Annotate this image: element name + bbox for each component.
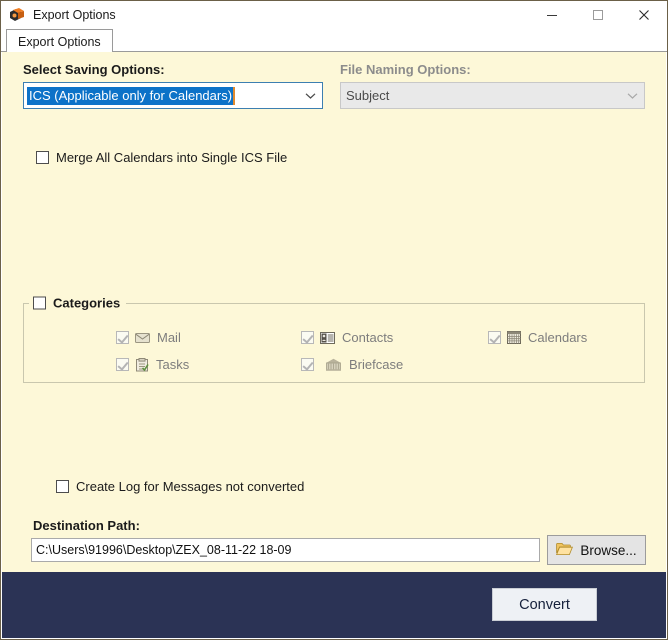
minimize-button[interactable] — [529, 1, 575, 28]
merge-calendars-checkbox[interactable] — [36, 151, 49, 164]
category-calendars-label: Calendars — [528, 330, 588, 345]
category-mail-checkbox — [116, 331, 129, 344]
app-icon — [8, 6, 26, 24]
maximize-icon — [593, 9, 603, 20]
category-contacts-row: Contacts — [301, 330, 393, 345]
category-briefcase-label: Briefcase — [349, 357, 404, 372]
category-tasks-label: Tasks — [156, 357, 190, 372]
category-briefcase-row: Briefcase — [301, 357, 403, 372]
destination-path-input[interactable]: C:\Users\91996\Desktop\ZEX_08-11-22 18-0… — [31, 538, 540, 562]
maximize-button[interactable] — [575, 1, 621, 28]
convert-button-label: Convert — [519, 596, 570, 613]
category-tasks-row: Tasks — [116, 357, 189, 372]
chevron-down-icon-disabled — [620, 92, 644, 100]
close-button[interactable] — [621, 1, 667, 28]
select-saving-options-label: Select Saving Options: — [23, 62, 165, 77]
file-naming-value: Subject — [346, 88, 390, 103]
calendar-icon — [507, 331, 521, 344]
client-area: Select Saving Options: ICS (Applicable o… — [2, 52, 666, 572]
destination-path-label: Destination Path: — [33, 518, 140, 533]
browse-button-label: Browse... — [580, 542, 637, 558]
category-mail-label: Mail — [157, 330, 181, 345]
category-contacts-label: Contacts — [342, 330, 394, 345]
category-calendars-checkbox — [488, 331, 501, 344]
clipboard-icon — [135, 357, 149, 372]
category-calendars-row: Calendars — [488, 330, 587, 345]
create-log-checkbox-row[interactable]: Create Log for Messages not converted — [56, 479, 304, 494]
briefcase-icon — [325, 358, 342, 371]
contact-card-icon — [320, 331, 335, 344]
export-options-window: Export Options Export Options Select Sav… — [0, 0, 668, 640]
merge-calendars-checkbox-row[interactable]: Merge All Calendars into Single ICS File — [36, 150, 287, 165]
saving-options-combo[interactable]: ICS (Applicable only for Calendars) — [23, 82, 323, 109]
chevron-down-icon[interactable] — [298, 92, 322, 100]
create-log-checkbox[interactable] — [56, 480, 69, 493]
categories-checkbox[interactable] — [33, 296, 46, 310]
tab-strip: Export Options — [1, 28, 667, 53]
category-tasks-checkbox — [116, 358, 129, 371]
title-bar: Export Options — [1, 1, 667, 28]
bottom-action-bar: Convert — [2, 572, 666, 638]
file-naming-options-label: File Naming Options: — [340, 62, 471, 77]
tab-label: Export Options — [18, 34, 101, 49]
browse-button[interactable]: Browse... — [547, 535, 646, 565]
window-title: Export Options — [33, 7, 116, 22]
categories-header[interactable]: Categories — [29, 295, 127, 311]
envelope-icon — [135, 332, 150, 344]
convert-button[interactable]: Convert — [492, 588, 597, 621]
create-log-label: Create Log for Messages not converted — [76, 479, 305, 494]
category-briefcase-checkbox — [301, 358, 314, 371]
category-mail-row: Mail — [116, 330, 181, 345]
saving-options-value: ICS (Applicable only for Calendars) — [24, 86, 298, 105]
file-naming-combo: Subject — [340, 82, 645, 109]
open-folder-icon — [556, 542, 574, 559]
close-icon — [639, 9, 649, 20]
categories-title: Categories — [53, 295, 121, 311]
category-contacts-checkbox — [301, 331, 314, 344]
merge-calendars-label: Merge All Calendars into Single ICS File — [56, 150, 288, 165]
minimize-icon — [547, 14, 557, 16]
tab-export-options[interactable]: Export Options — [6, 29, 113, 53]
saving-options-selected-text: ICS (Applicable only for Calendars) — [27, 86, 236, 105]
